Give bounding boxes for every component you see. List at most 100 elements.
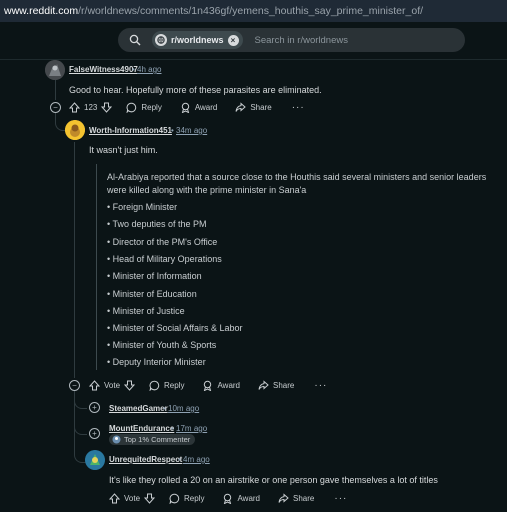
comment-time[interactable]: 4h ago xyxy=(137,65,161,74)
comment-author[interactable]: MountEndurance xyxy=(109,424,174,433)
more-icon[interactable]: ··· xyxy=(292,102,305,113)
vote-count: 123 xyxy=(84,102,98,112)
url-host: www.reddit.com xyxy=(4,5,79,17)
share-button[interactable]: Share xyxy=(278,492,315,504)
more-icon[interactable]: ··· xyxy=(314,380,327,391)
comment-actions: Vote Reply Award Share ··· xyxy=(89,378,327,392)
award-icon xyxy=(204,380,212,391)
award-icon xyxy=(181,102,190,113)
reply-button[interactable]: Reply xyxy=(149,380,184,391)
share-button[interactable]: Share xyxy=(258,379,295,391)
list-item: • Two deputies of the PM xyxy=(107,219,207,229)
share-label: Share xyxy=(273,380,295,390)
comment-actions: 123 Reply Award Share ··· xyxy=(69,100,305,114)
thread-elbow xyxy=(74,390,87,435)
award-button[interactable]: Award xyxy=(222,493,260,504)
user-flair: Top 1% Commenter xyxy=(109,434,196,445)
award-label: Award xyxy=(237,493,260,503)
comment-body: It's like they rolled a 20 on an airstri… xyxy=(109,475,438,485)
comment-time[interactable]: 10m ago xyxy=(168,404,199,413)
reply-label: Reply xyxy=(184,493,205,503)
share-icon xyxy=(278,492,289,503)
award-label: Award xyxy=(194,102,218,112)
upvote-icon[interactable] xyxy=(109,492,120,504)
list-item: • Minister of Youth & Sports xyxy=(107,340,217,350)
header-divider xyxy=(0,59,507,60)
list-item: • Minister of Justice xyxy=(107,306,185,316)
share-label: Share xyxy=(250,102,272,112)
quote-line: Al-Arabiya reported that a source close … xyxy=(107,172,487,182)
vote-label: Vote xyxy=(104,380,121,390)
comment-meta: • 10m ago xyxy=(163,404,200,413)
more-icon[interactable]: ··· xyxy=(334,493,347,504)
comment-author[interactable]: UnrequitedRespect xyxy=(109,455,182,464)
comment-author[interactable]: FalseWitness4907 xyxy=(69,65,138,74)
reply-icon xyxy=(169,493,180,504)
list-item: • Foreign Minister xyxy=(107,202,178,212)
share-button[interactable]: Share xyxy=(235,101,272,113)
list-item: • Minister of Social Affairs & Labor xyxy=(107,323,243,333)
downvote-icon[interactable] xyxy=(144,493,156,504)
thread-line xyxy=(55,78,56,100)
collapse-icon[interactable]: − xyxy=(50,102,61,113)
vote-group: Vote xyxy=(109,492,156,504)
share-icon xyxy=(258,379,269,390)
reply-button[interactable]: Reply xyxy=(169,493,204,504)
downvote-icon[interactable] xyxy=(101,102,113,113)
comment-author[interactable]: Worth-Information451 xyxy=(89,126,172,135)
comment-body: It wasn't just him. xyxy=(89,145,158,155)
search-icon xyxy=(128,33,142,47)
thread-line xyxy=(74,142,75,378)
upvote-icon[interactable] xyxy=(89,379,100,391)
address-bar[interactable]: www.reddit.com/r/worldnews/comments/1n43… xyxy=(0,0,507,22)
reply-icon xyxy=(126,102,137,113)
collapse-icon[interactable]: − xyxy=(69,380,80,391)
reply-label: Reply xyxy=(141,102,162,112)
reply-icon xyxy=(149,380,160,391)
comment-body: Good to hear. Hopefully more of these pa… xyxy=(69,85,322,95)
flair-label: Top 1% Commenter xyxy=(124,435,191,444)
vote-group: Vote xyxy=(89,379,136,391)
comment-time[interactable]: 34m ago xyxy=(176,126,207,135)
list-item: • Minister of Education xyxy=(107,289,197,299)
clear-icon[interactable]: × xyxy=(227,34,239,46)
comment-meta: • 4h ago xyxy=(132,65,162,74)
award-label: Award xyxy=(217,380,240,390)
quote-line: were killed along with the prime ministe… xyxy=(107,185,307,195)
list-item: • Director of the PM's Office xyxy=(107,237,218,247)
subreddit-search-bar[interactable]: r/worldnews × Search in r/worldnews xyxy=(118,28,465,52)
comment-time[interactable]: 4m ago xyxy=(183,455,210,464)
comment-meta: • 4m ago xyxy=(178,455,210,464)
award-button[interactable]: Award xyxy=(202,380,240,391)
downvote-icon[interactable] xyxy=(124,380,136,391)
vote-group: 123 xyxy=(69,101,113,113)
blockquote-bar xyxy=(96,164,97,370)
flair-icon xyxy=(112,435,121,444)
comment-meta: • 17m ago xyxy=(171,424,208,433)
expand-icon[interactable]: + xyxy=(89,402,100,413)
subreddit-scope-chip[interactable]: r/worldnews × xyxy=(152,31,243,49)
list-item: • Head of Military Operations xyxy=(107,254,222,264)
upvote-icon[interactable] xyxy=(69,101,80,113)
reply-button[interactable]: Reply xyxy=(126,102,162,113)
vote-label: Vote xyxy=(124,493,141,503)
avatar[interactable] xyxy=(45,60,65,80)
comment-actions: Vote Reply Award Share ··· xyxy=(109,491,347,505)
comment-time[interactable]: 17m ago xyxy=(176,424,207,433)
share-label: Share xyxy=(293,493,315,503)
avatar[interactable] xyxy=(65,120,85,140)
reply-label: Reply xyxy=(164,380,185,390)
url-path: /r/worldnews/comments/1n436gf/yemens_hou… xyxy=(78,5,424,17)
award-button[interactable]: Award xyxy=(180,102,218,113)
comment-meta: • 34m ago xyxy=(171,126,208,135)
search-input[interactable]: Search in r/worldnews xyxy=(255,35,348,46)
share-icon xyxy=(235,101,247,112)
avatar[interactable] xyxy=(85,450,105,470)
award-icon xyxy=(224,493,232,504)
expand-icon[interactable]: + xyxy=(89,428,100,439)
list-item: • Deputy Interior Minister xyxy=(107,357,206,367)
list-item: • Minister of Information xyxy=(107,271,202,281)
subreddit-icon xyxy=(155,34,167,46)
subreddit-scope-label: r/worldnews xyxy=(171,35,224,45)
comment-author[interactable]: SteamedGamer xyxy=(109,404,168,413)
